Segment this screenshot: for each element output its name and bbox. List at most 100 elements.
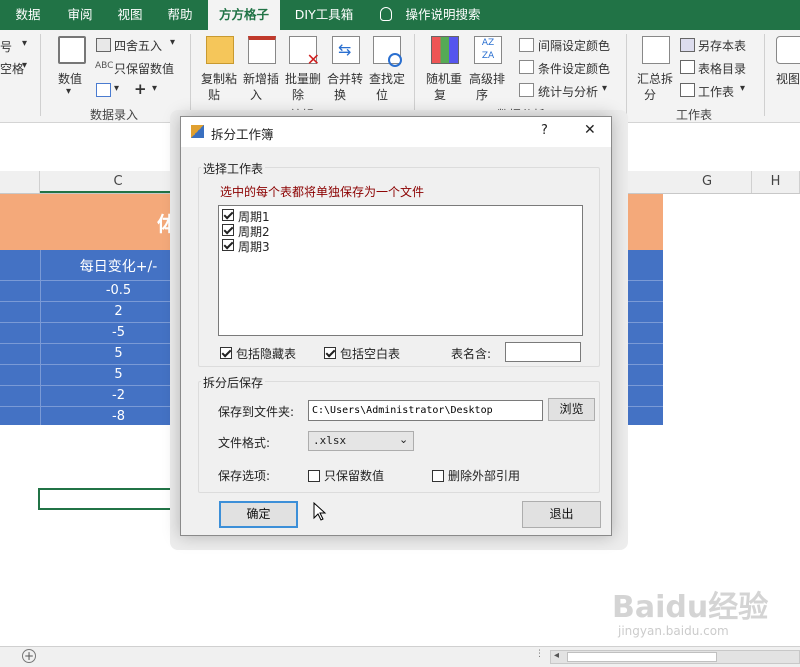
numeric-button[interactable]: 数值 [58,70,82,87]
list-item[interactable]: 周期3 [222,238,422,254]
keep-values-checkbox[interactable] [308,470,320,482]
plus-icon[interactable]: + [134,80,147,98]
find-icon [373,36,402,67]
scroll-left-icon[interactable]: ◂ [554,650,559,661]
delete-button-line2: 除 [292,88,305,102]
save-sheet-button[interactable]: 另存本表 [698,37,746,54]
tab-review[interactable]: 审阅 [58,0,102,30]
app-icon [191,125,204,138]
condition-color-button[interactable]: 条件设定颜色 [538,60,610,77]
interval-color-button[interactable]: 间隔设定颜色 [538,37,610,54]
summary-split-button-line2: 分 [644,88,657,102]
tab-data[interactable]: 数据 [6,0,50,30]
include-hidden-label[interactable]: 包括隐藏表 [236,345,296,362]
include-blank-label[interactable]: 包括空白表 [340,345,400,362]
group-label-data-entry: 数据录入 [90,108,139,122]
view-icon [776,36,800,64]
list-item[interactable]: 周期1 [222,208,422,224]
include-hidden-checkbox[interactable] [220,347,232,359]
column-header-h[interactable]: H [752,171,800,193]
ribbon-tab-bar: 数据 审阅 视图 帮助 方方格子 DIY工具箱 操作说明搜索 [0,0,800,30]
keep-values-label[interactable]: 只保留数值 [324,467,384,484]
random-icon [431,36,459,64]
ribbon-item-left1[interactable]: 号 [0,38,12,55]
chevron-down-icon: ▾ [66,86,72,97]
summary-split-button[interactable]: 汇总拆 [637,70,673,87]
merge-button[interactable]: 合并转 [327,70,363,87]
split-workbook-dialog: 拆分工作簿 ? ✕ 选择工作表 选中的每个表都将单独保存为一个文件 周期1 周期… [180,116,612,536]
insert-button[interactable]: 新增插 [243,70,279,87]
stats-button[interactable]: 统计与分析 [538,83,598,100]
paste-icon [206,36,234,64]
merge-icon: ⇆ [332,36,360,64]
list-item[interactable]: 周期2 [222,223,422,239]
find-button[interactable]: 查找定 [369,70,405,87]
round-button[interactable]: 四舍五入 [114,37,162,54]
chevron-down-icon: ▾ [602,83,608,94]
sort-button-line2: 序 [476,88,489,102]
options-label: 保存选项: [218,469,271,483]
browse-button[interactable]: 浏览 [548,398,595,421]
sheet-tab-bar: + ⋮ ◂ [0,646,800,667]
add-sheet-icon[interactable]: + [22,649,36,663]
lightbulb-icon [380,7,392,21]
edit-icon[interactable] [96,83,111,97]
insert-button-line2: 入 [250,88,263,102]
sort-button[interactable]: 高级排 [469,70,505,87]
delete-button[interactable]: 批量删 [285,70,321,87]
numeric-icon [58,36,86,64]
more-icon[interactable]: ⋮ [535,649,544,659]
chevron-down-icon: ▾ [170,37,176,48]
interval-color-icon [519,38,534,52]
tab-diy-toolbox[interactable]: DIY工具箱 [288,0,360,30]
random-button[interactable]: 随机重 [426,70,462,87]
save-as-icon [680,38,695,52]
tab-help[interactable]: 帮助 [158,0,202,30]
sheet-list[interactable]: 周期1 周期2 周期3 [218,205,583,336]
remove-links-checkbox[interactable] [432,470,444,482]
column-header-g[interactable]: G [663,171,752,193]
save-path-input[interactable] [308,400,543,421]
name-contains-label: 表名含: [451,347,492,361]
name-contains-input[interactable] [505,342,581,362]
copy-paste-button[interactable]: 复制粘 [201,70,237,87]
format-value: .xlsx [313,434,347,447]
dialog-title: 拆分工作簿 [211,127,274,142]
summary-split-icon [642,36,670,64]
sheet-checkbox[interactable] [222,239,234,251]
horizontal-scrollbar[interactable]: ◂ [550,650,800,664]
tab-view[interactable]: 视图 [108,0,152,30]
column-header-b[interactable] [0,171,40,193]
remove-links-label[interactable]: 删除外部引用 [448,467,520,484]
sheet-checkbox[interactable] [222,224,234,236]
stats-icon [519,83,534,97]
insert-icon [248,36,276,64]
sheet-checkbox[interactable] [222,209,234,221]
worksheet-button[interactable]: 工作表 [698,83,734,100]
help-button[interactable]: ? [541,123,548,138]
find-button-line2: 位 [376,88,389,102]
hint-text: 选中的每个表都将单独保存为一个文件 [220,185,425,199]
chevron-down-icon: ▾ [114,83,120,94]
save-legend: 拆分后保存 [201,374,266,391]
watermark-url: jingyan.baidu.com [618,624,729,638]
format-select[interactable]: .xlsx ⌄ [308,431,414,451]
chevron-down-icon: ▾ [740,83,746,94]
exit-button[interactable]: 退出 [522,501,601,528]
mouse-cursor-icon [313,502,327,521]
keep-values-button[interactable]: 只保留数值 [114,60,174,77]
scroll-thumb[interactable] [567,652,717,662]
selected-cell[interactable] [38,488,184,510]
chevron-down-icon: ▾ [22,60,28,71]
close-button[interactable]: ✕ [584,122,596,138]
group-label-sheets: 工作表 [676,108,713,122]
save-to-label: 保存到文件夹: [218,405,295,419]
tab-fangfang[interactable]: 方方格子 [208,0,280,30]
directory-button[interactable]: 表格目录 [698,60,746,77]
view-button[interactable]: 视图 [776,70,800,87]
tab-search[interactable]: 操作说明搜索 [400,0,486,30]
chevron-down-icon: ▾ [152,83,158,94]
include-blank-checkbox[interactable] [324,347,336,359]
ok-button[interactable]: 确定 [219,501,298,528]
ribbon-item-left2[interactable]: 空格 [0,60,24,77]
